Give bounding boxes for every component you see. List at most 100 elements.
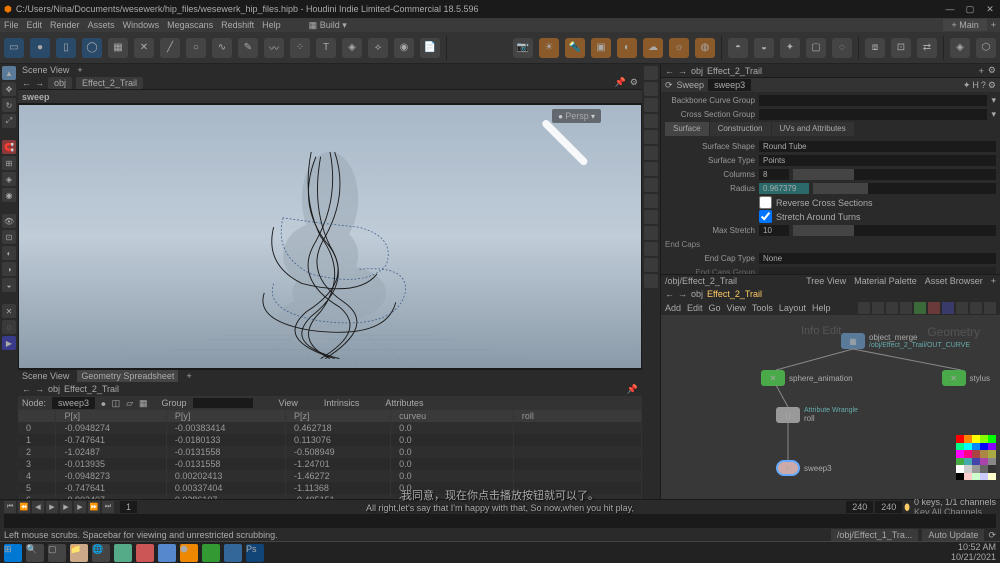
ss-path-node[interactable]: Effect_2_Trail: [64, 384, 119, 394]
vp-display9[interactable]: [644, 194, 658, 208]
app-icon-4[interactable]: ⬢: [180, 544, 198, 562]
net-tool7[interactable]: [942, 302, 954, 314]
net-menu-add[interactable]: Add: [665, 303, 681, 313]
backbone-field[interactable]: [759, 95, 987, 106]
columns-field[interactable]: 8: [759, 169, 789, 180]
net-menu-view[interactable]: View: [727, 303, 746, 313]
tool-move[interactable]: ✥: [2, 82, 16, 96]
endcapsgroup-field[interactable]: [759, 267, 996, 274]
tool-view5[interactable]: ◒: [2, 278, 16, 292]
table-row[interactable]: 5-0.7476410.00337404-1.113680.0: [18, 482, 642, 494]
ss-node[interactable]: sweep3: [52, 397, 95, 409]
tool-scale[interactable]: ⤢: [2, 114, 16, 128]
net-path-crumb[interactable]: /obj/Effect_2_Trail: [665, 276, 737, 286]
shelf-geolight[interactable]: ◐: [617, 38, 637, 58]
table-row[interactable]: 4-0.09482730.00202413-1.462720.0: [18, 470, 642, 482]
shelf-circle[interactable]: ○: [186, 38, 206, 58]
vp-display10[interactable]: [644, 210, 658, 224]
shelf-skylight[interactable]: ◓: [728, 38, 748, 58]
shelf-box[interactable]: ▭: [4, 38, 24, 58]
ss-group-field[interactable]: [193, 398, 253, 408]
app-icon-7[interactable]: Ps: [246, 544, 264, 562]
desktop-dropdown[interactable]: Build: [320, 20, 340, 30]
viewport[interactable]: ● Persp ▾: [18, 104, 642, 369]
shelf-distantlight[interactable]: ☼: [669, 38, 689, 58]
explorer-icon[interactable]: 📁: [70, 544, 88, 562]
shelf-spray[interactable]: ⁘: [290, 38, 310, 58]
shelf-causticlight[interactable]: ✦: [780, 38, 800, 58]
search-icon[interactable]: 🔍: [26, 544, 44, 562]
params-node[interactable]: Effect_2_Trail: [707, 66, 762, 76]
vp-display7[interactable]: [644, 162, 658, 176]
surface-shape-field[interactable]: Round Tube: [759, 141, 996, 152]
app-icon-1[interactable]: [114, 544, 132, 562]
node-sphere[interactable]: ✕ sphere_animation: [761, 370, 853, 386]
system-clock[interactable]: 10:52 AM 10/21/2021: [951, 543, 996, 563]
net-tool1[interactable]: [858, 302, 870, 314]
app-icon-3[interactable]: [158, 544, 176, 562]
scene-view-tab[interactable]: Scene View: [22, 65, 69, 75]
net-obj[interactable]: obj: [691, 289, 703, 299]
shelf-sphere[interactable]: ●: [30, 38, 50, 58]
vp-display14[interactable]: [644, 274, 658, 288]
shelf-misc1[interactable]: ◈: [950, 38, 970, 58]
shelf-camera[interactable]: 📷: [513, 38, 533, 58]
table-row[interactable]: 0-0.0948274-0.003834140.4627180.0: [18, 422, 642, 434]
node-sweep[interactable]: ◐ sweep3: [776, 460, 832, 476]
ss-col-header[interactable]: [18, 410, 56, 422]
net-tool8[interactable]: [956, 302, 968, 314]
net-tab-asset[interactable]: Asset Browser: [925, 276, 983, 286]
app-icon-6[interactable]: [224, 544, 242, 562]
gear-icon[interactable]: ⚙: [630, 77, 638, 88]
tab-construction[interactable]: Construction: [710, 122, 771, 136]
taskview-icon[interactable]: ▢: [48, 544, 66, 562]
path-node[interactable]: Effect_2_Trail: [76, 77, 143, 89]
tool-view4[interactable]: ◑: [2, 262, 16, 276]
start-button[interactable]: ⊞: [4, 544, 22, 562]
net-tool3[interactable]: [886, 302, 898, 314]
table-row[interactable]: 6-0.9024070.0286107-0.4051510.0: [18, 494, 642, 499]
params-add[interactable]: +: [979, 66, 984, 76]
shelf-switcher[interactable]: ⇄: [917, 38, 937, 58]
net-menu-go[interactable]: Go: [709, 303, 721, 313]
close-button[interactable]: ✕: [984, 4, 996, 15]
pin-icon[interactable]: 📌: [615, 77, 626, 88]
ss-col-header[interactable]: P[z]: [286, 410, 391, 422]
cook-icon[interactable]: ⟳: [988, 530, 996, 541]
net-forward[interactable]: →: [678, 289, 687, 299]
ss-col-header[interactable]: curveu: [391, 410, 514, 422]
net-tool6[interactable]: [928, 302, 940, 314]
ss-forward[interactable]: →: [35, 384, 44, 394]
backbone-menu[interactable]: ▾: [991, 95, 996, 106]
tool-rotate[interactable]: ↻: [2, 98, 16, 112]
spreadsheet-tab[interactable]: Geometry Spreadsheet: [77, 370, 178, 382]
params-back[interactable]: ←: [665, 66, 674, 76]
tl-next[interactable]: ▶: [74, 501, 86, 513]
ss-back[interactable]: ←: [22, 384, 31, 394]
scene-view-tab-2[interactable]: Scene View: [22, 371, 69, 381]
vp-display12[interactable]: [644, 242, 658, 256]
ss-prims-icon[interactable]: ▱: [126, 398, 133, 409]
app-icon-5[interactable]: [202, 544, 220, 562]
ss-detail-icon[interactable]: ▦: [139, 398, 148, 409]
ss-pin[interactable]: 📌: [627, 384, 638, 395]
main-tab[interactable]: + Main: [943, 19, 986, 31]
net-menu-edit[interactable]: Edit: [687, 303, 703, 313]
tool-snap1[interactable]: ⊞: [2, 156, 16, 170]
gear2-icon[interactable]: ⚙: [988, 80, 996, 91]
ss-intrinsics[interactable]: Intrinsics: [324, 398, 360, 408]
tl-play[interactable]: ▶: [60, 501, 72, 513]
network-canvas[interactable]: Info Edit Geometry ▦ object_merge/obj/Ef…: [661, 315, 1000, 499]
vp-display4[interactable]: [644, 114, 658, 128]
tool-view2[interactable]: ⊡: [2, 230, 16, 244]
tool-xray[interactable]: ✕: [2, 304, 16, 318]
add-tab-icon[interactable]: +: [991, 20, 996, 30]
shelf-envlight[interactable]: ◍: [695, 38, 715, 58]
tool-view3[interactable]: ◐: [2, 246, 16, 260]
net-menu-tools[interactable]: Tools: [752, 303, 773, 313]
bottom-path-crumb[interactable]: /obj/Effect_1_Tra...: [831, 529, 919, 541]
ss-points-icon[interactable]: ⦁: [101, 398, 106, 409]
table-row[interactable]: 3-0.013935-0.0131558-1.247010.0: [18, 458, 642, 470]
node-stylus[interactable]: ✕ stylus: [942, 370, 990, 386]
table-row[interactable]: 1-0.747641-0.01801330.1130760.0: [18, 434, 642, 446]
